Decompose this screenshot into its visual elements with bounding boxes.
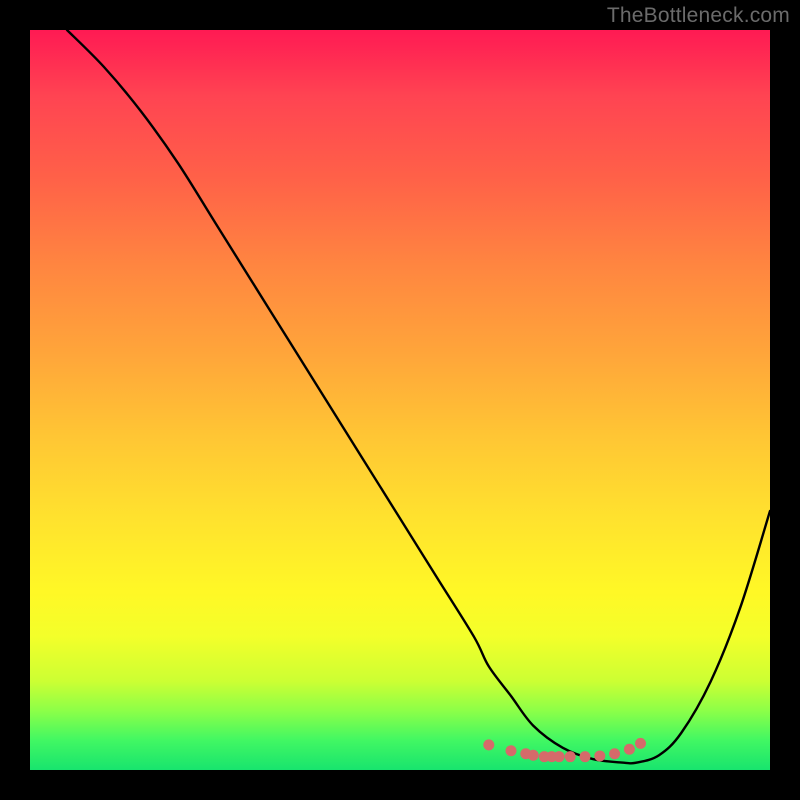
bottom-marker: [506, 745, 517, 756]
chart-frame: TheBottleneck.com: [0, 0, 800, 800]
bottom-marker: [483, 739, 494, 750]
bottom-marker: [624, 744, 635, 755]
curve-line: [67, 30, 770, 763]
bottom-marker: [565, 751, 576, 762]
bottom-marker: [528, 750, 539, 761]
bottom-markers-group: [483, 738, 646, 762]
bottom-marker: [520, 748, 531, 759]
bottom-marker: [580, 751, 591, 762]
bottom-marker: [539, 751, 550, 762]
plot-area: [30, 30, 770, 770]
bottom-marker: [546, 751, 557, 762]
chart-svg: [30, 30, 770, 770]
bottom-marker: [609, 748, 620, 759]
bottom-marker: [554, 751, 565, 762]
bottom-marker: [635, 738, 646, 749]
watermark-text: TheBottleneck.com: [607, 4, 790, 28]
bottom-marker: [594, 750, 605, 761]
